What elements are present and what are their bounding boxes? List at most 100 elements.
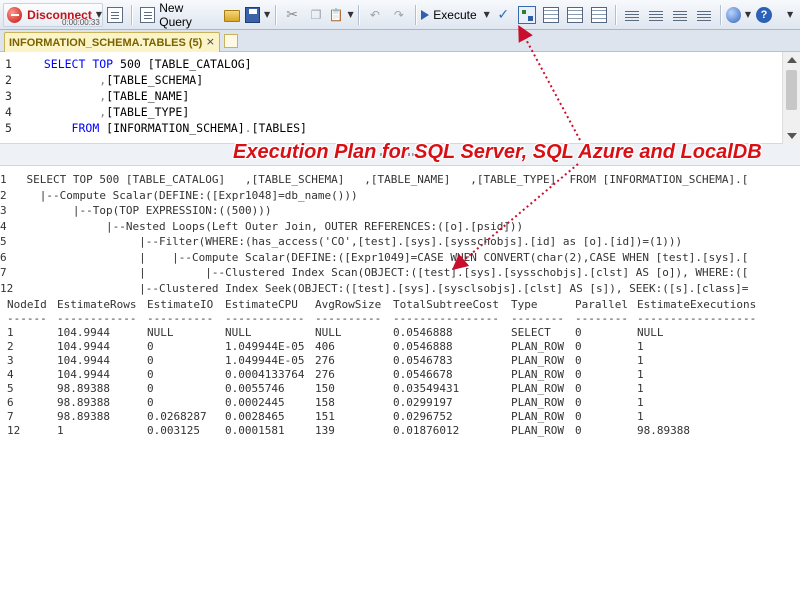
copy-button[interactable]: ❐: [305, 3, 327, 27]
table-cell: PLAN_ROW: [511, 368, 564, 381]
table-cell: 276: [315, 368, 335, 381]
redo-icon: ↷: [393, 7, 404, 22]
table-cell: PLAN_ROW: [511, 340, 564, 353]
code-token: [TABLE_CATALOG]: [140, 57, 252, 71]
tab-information-schema-tables[interactable]: INFORMATION_SCHEMA.TABLES (5) ×: [4, 32, 220, 52]
code-line[interactable]: ,[TABLE_TYPE]: [30, 104, 782, 120]
results-text-button[interactable]: [564, 3, 586, 27]
new-tab-button[interactable]: [224, 34, 238, 48]
scroll-up-icon[interactable]: [787, 57, 797, 63]
table-cell: 7: [7, 410, 14, 423]
column-header: EstimateCPU: [225, 298, 298, 311]
table-cell: 1: [57, 424, 64, 437]
table-cell: 0: [147, 354, 154, 367]
results-grid-button[interactable]: [540, 3, 562, 27]
table-cell: 0: [575, 396, 582, 409]
plan-line: 2 |--Compute Scalar(DEFINE:([Expr1048]=d…: [0, 188, 358, 202]
help-button[interactable]: ?: [753, 3, 775, 27]
column-header: Parallel: [575, 298, 628, 311]
results-file-button[interactable]: [588, 3, 610, 27]
toolbar-separator: [275, 4, 277, 25]
table-cell: 0: [575, 424, 582, 437]
table-cell: 1.049944E-05: [225, 340, 305, 353]
table-row: 1 104.9944 NULL NULL NULL 0.0546888 SELECT 0 NUL…: [0, 326, 800, 340]
sql-editor[interactable]: 1 2 3 4 5 SELECT TOP 500 [TABLE_CATALOG] ,[T…: [0, 52, 800, 144]
indent-button[interactable]: [693, 3, 715, 27]
table-cell: 0: [147, 382, 154, 395]
table-cell: 1: [637, 340, 644, 353]
column-separator: --------: [575, 312, 628, 325]
table-cell: 104.9944: [57, 340, 110, 353]
scroll-thumb[interactable]: [786, 70, 797, 110]
cut-button[interactable]: ✂: [281, 3, 303, 27]
table-cell: 0.0546888: [393, 340, 453, 353]
plan-line: 1 SELECT TOP 500 [TABLE_CATALOG] ,[TABLE…: [0, 173, 749, 186]
scissors-icon: ✂: [286, 6, 298, 23]
plan-line: 6 | |--Compute Scalar(DEFINE:([Expr1049]…: [0, 250, 749, 264]
disconnect-button[interactable]: Disconnect 0:00:00:33 ▼: [3, 2, 103, 27]
comment-icon: [625, 8, 640, 21]
execute-button[interactable]: Execute ▼: [421, 3, 490, 27]
table-cell: 0.0296752: [393, 410, 453, 423]
execution-plan-callout: Execution Plan for SQL Server, SQL Azure…: [233, 141, 762, 163]
plan-line: 7 | |--Clustered Index Scan(OBJECT:([tes…: [0, 266, 749, 279]
table-row: 7 98.89388 0.0268287 0.0028465 151 0.0296752 P…: [0, 410, 800, 424]
table-cell: 98.89388: [57, 382, 110, 395]
overflow-icon: ▼: [786, 10, 794, 19]
paste-button[interactable]: 📋 ▼: [328, 3, 353, 27]
editor-scrollbar[interactable]: [782, 52, 800, 144]
web-button[interactable]: ▼: [726, 3, 751, 27]
chevron-down-icon[interactable]: ▼: [484, 10, 490, 19]
uncomment-button[interactable]: [645, 3, 667, 27]
undo-icon: ↶: [369, 7, 380, 22]
execution-plan-text: 1 SELECT TOP 500 [TABLE_CATALOG] ,[TABLE…: [0, 172, 800, 296]
column-header: TotalSubtreeCost: [393, 298, 499, 311]
refresh-button[interactable]: [104, 3, 126, 27]
code-line[interactable]: SELECT TOP 500 [TABLE_CATALOG]: [30, 56, 782, 72]
table-cell: 0: [147, 368, 154, 381]
outdent-button[interactable]: [669, 3, 691, 27]
chevron-down-icon[interactable]: ▼: [347, 10, 353, 19]
undo-button[interactable]: ↶: [364, 3, 386, 27]
table-cell: PLAN_ROW: [511, 410, 564, 423]
table-cell: 1: [7, 326, 14, 339]
toolbar-overflow-button[interactable]: ▼: [777, 3, 799, 27]
table-row: 4 104.9944 0 0.0004133764 276 0.0546678 PLAN_R…: [0, 368, 800, 382]
redo-button[interactable]: ↷: [388, 3, 410, 27]
table-cell: 1: [637, 410, 644, 423]
code-token: [TABLE_NAME]: [106, 89, 190, 103]
table-cell: 0: [575, 326, 582, 339]
sql-code[interactable]: SELECT TOP 500 [TABLE_CATALOG] ,[TABLE_S…: [30, 56, 782, 136]
parse-button[interactable]: ✓: [492, 3, 514, 27]
column-separator: ------------: [225, 312, 305, 325]
new-query-button[interactable]: New Query: [137, 1, 219, 29]
chevron-down-icon[interactable]: ▼: [264, 10, 270, 19]
column-separator: ------------: [57, 312, 137, 325]
scroll-down-icon[interactable]: [787, 133, 797, 139]
execution-plan-button[interactable]: [516, 3, 538, 27]
grid-icon: [543, 6, 560, 23]
column-header: NodeId: [7, 298, 47, 311]
table-cell: 1: [637, 396, 644, 409]
table-cell: 139: [315, 424, 335, 437]
code-line[interactable]: ,[TABLE_SCHEMA]: [30, 72, 782, 88]
code-token: [TABLE_SCHEMA]: [106, 73, 204, 87]
table-cell: 0.0546888: [393, 326, 453, 339]
table-cell: PLAN_ROW: [511, 396, 564, 409]
comment-button[interactable]: [621, 3, 643, 27]
close-icon[interactable]: ×: [206, 35, 215, 48]
open-button[interactable]: [221, 3, 243, 27]
column-separator: ------: [7, 312, 47, 325]
table-cell: 0.0268287: [147, 410, 207, 423]
code-line[interactable]: FROM [INFORMATION_SCHEMA].[TABLES]: [30, 120, 782, 136]
toolbar-separator: [358, 4, 359, 25]
line-number: 5: [5, 121, 12, 135]
code-token: [TABLES]: [251, 121, 307, 135]
table-cell: 0: [575, 382, 582, 395]
table-cell: 1: [637, 382, 644, 395]
code-line[interactable]: ,[TABLE_NAME]: [30, 88, 782, 104]
table-cell: 0.0546783: [393, 354, 453, 367]
chevron-down-icon[interactable]: ▼: [745, 10, 751, 19]
save-button[interactable]: ▼: [245, 3, 270, 27]
line-number: 3: [5, 89, 12, 103]
